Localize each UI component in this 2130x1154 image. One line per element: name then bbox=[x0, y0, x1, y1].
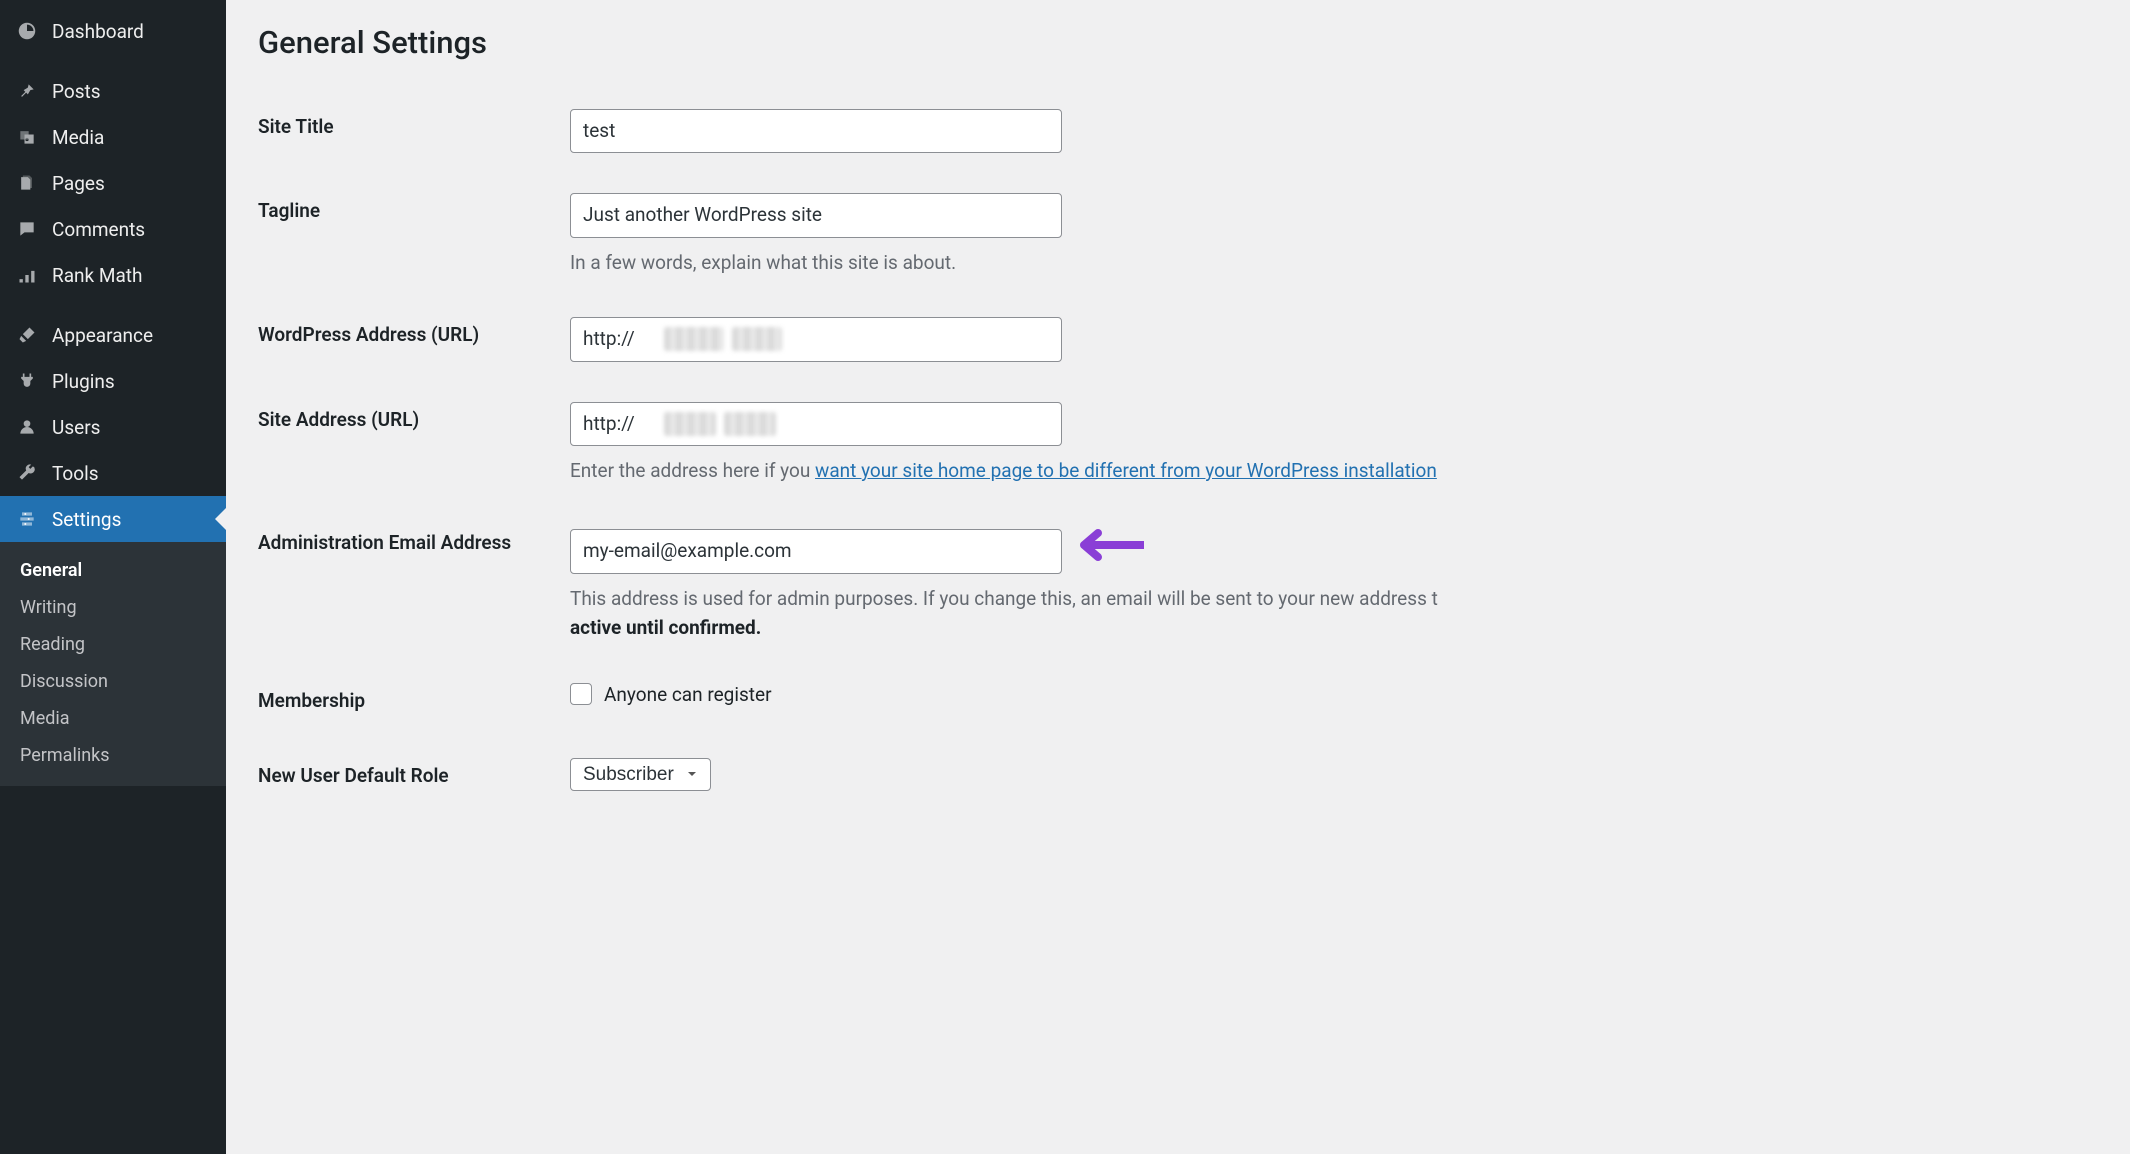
settings-submenu: General Writing Reading Discussion Media… bbox=[0, 542, 226, 786]
site-url-desc-pre: Enter the address here if you bbox=[570, 459, 815, 482]
wrench-icon bbox=[14, 460, 40, 486]
submenu-item-label: Permalinks bbox=[20, 745, 110, 766]
sidebar-item-label: Rank Math bbox=[52, 264, 142, 287]
sidebar-item-settings[interactable]: Settings bbox=[0, 496, 226, 542]
field-label-default-role: New User Default Role bbox=[258, 738, 570, 813]
settings-icon bbox=[14, 506, 40, 532]
admin-email-input[interactable] bbox=[570, 529, 1062, 573]
field-label-wp-url: WordPress Address (URL) bbox=[258, 297, 570, 381]
sidebar-item-label: Media bbox=[52, 126, 104, 149]
sidebar-item-label: Pages bbox=[52, 172, 105, 195]
submenu-item-label: Media bbox=[20, 708, 70, 729]
field-label-site-url: Site Address (URL) bbox=[258, 382, 570, 506]
sidebar-item-label: Comments bbox=[52, 218, 145, 241]
submenu-item-label: Reading bbox=[20, 634, 85, 655]
pages-icon bbox=[14, 170, 40, 196]
sidebar-item-appearance[interactable]: Appearance bbox=[0, 312, 226, 358]
sidebar-item-pages[interactable]: Pages bbox=[0, 160, 226, 206]
redacted-block bbox=[664, 327, 724, 351]
redacted-block bbox=[724, 412, 776, 436]
comment-icon bbox=[14, 216, 40, 242]
sidebar-item-tools[interactable]: Tools bbox=[0, 450, 226, 496]
sidebar-item-label: Dashboard bbox=[52, 20, 144, 43]
site-url-help-link[interactable]: want your site home page to be different… bbox=[815, 459, 1437, 482]
submenu-item-label: Writing bbox=[20, 597, 77, 618]
field-label-membership: Membership bbox=[258, 663, 570, 738]
submenu-item-reading[interactable]: Reading bbox=[0, 626, 226, 663]
tagline-input[interactable] bbox=[570, 193, 1062, 237]
submenu-item-writing[interactable]: Writing bbox=[0, 589, 226, 626]
admin-email-desc-b: active until confirmed. bbox=[570, 616, 761, 639]
submenu-item-discussion[interactable]: Discussion bbox=[0, 663, 226, 700]
redacted-block bbox=[664, 412, 716, 436]
arrow-annotation-icon bbox=[1080, 529, 1144, 566]
pin-icon bbox=[14, 78, 40, 104]
field-label-site-title: Site Title bbox=[258, 89, 570, 173]
submenu-item-media[interactable]: Media bbox=[0, 700, 226, 737]
site-url-description: Enter the address here if you want your … bbox=[570, 456, 2100, 485]
tagline-description: In a few words, explain what this site i… bbox=[570, 248, 2100, 277]
default-role-select[interactable]: Subscriber bbox=[570, 758, 711, 791]
dashboard-icon bbox=[14, 18, 40, 44]
sidebar-item-users[interactable]: Users bbox=[0, 404, 226, 450]
sidebar-item-label: Tools bbox=[52, 462, 99, 485]
brush-icon bbox=[14, 322, 40, 348]
field-label-tagline: Tagline bbox=[258, 173, 570, 297]
sidebar-item-label: Plugins bbox=[52, 370, 115, 393]
submenu-item-label: General bbox=[20, 560, 82, 581]
submenu-item-permalinks[interactable]: Permalinks bbox=[0, 737, 226, 774]
sidebar-item-dashboard[interactable]: Dashboard bbox=[0, 8, 226, 54]
sidebar-item-posts[interactable]: Posts bbox=[0, 68, 226, 114]
sidebar-item-plugins[interactable]: Plugins bbox=[0, 358, 226, 404]
user-icon bbox=[14, 414, 40, 440]
sidebar-item-comments[interactable]: Comments bbox=[0, 206, 226, 252]
admin-email-description: This address is used for admin purposes.… bbox=[570, 584, 2100, 643]
plug-icon bbox=[14, 368, 40, 394]
submenu-item-general[interactable]: General bbox=[0, 552, 226, 589]
sidebar-item-media[interactable]: Media bbox=[0, 114, 226, 160]
rankmath-icon bbox=[14, 262, 40, 288]
admin-email-desc-a: This address is used for admin purposes.… bbox=[570, 587, 1438, 610]
sidebar-item-label: Appearance bbox=[52, 324, 153, 347]
membership-checkbox-label[interactable]: Anyone can register bbox=[604, 683, 772, 706]
field-label-admin-email: Administration Email Address bbox=[258, 505, 570, 662]
sidebar-item-label: Settings bbox=[52, 508, 121, 531]
wordpress-url-input[interactable] bbox=[570, 317, 1062, 361]
page-title: General Settings bbox=[258, 24, 2100, 61]
sidebar-item-label: Users bbox=[52, 416, 100, 439]
media-icon bbox=[14, 124, 40, 150]
sidebar-item-rankmath[interactable]: Rank Math bbox=[0, 252, 226, 298]
redacted-block bbox=[732, 327, 782, 351]
membership-checkbox[interactable] bbox=[570, 683, 592, 705]
admin-sidebar: Dashboard Posts Media Pages Commen bbox=[0, 0, 226, 1154]
site-url-input[interactable] bbox=[570, 402, 1062, 446]
site-title-input[interactable] bbox=[570, 109, 1062, 153]
submenu-item-label: Discussion bbox=[20, 671, 108, 692]
settings-content: General Settings Site Title Tagline In a… bbox=[226, 0, 2130, 1154]
sidebar-item-label: Posts bbox=[52, 80, 101, 103]
